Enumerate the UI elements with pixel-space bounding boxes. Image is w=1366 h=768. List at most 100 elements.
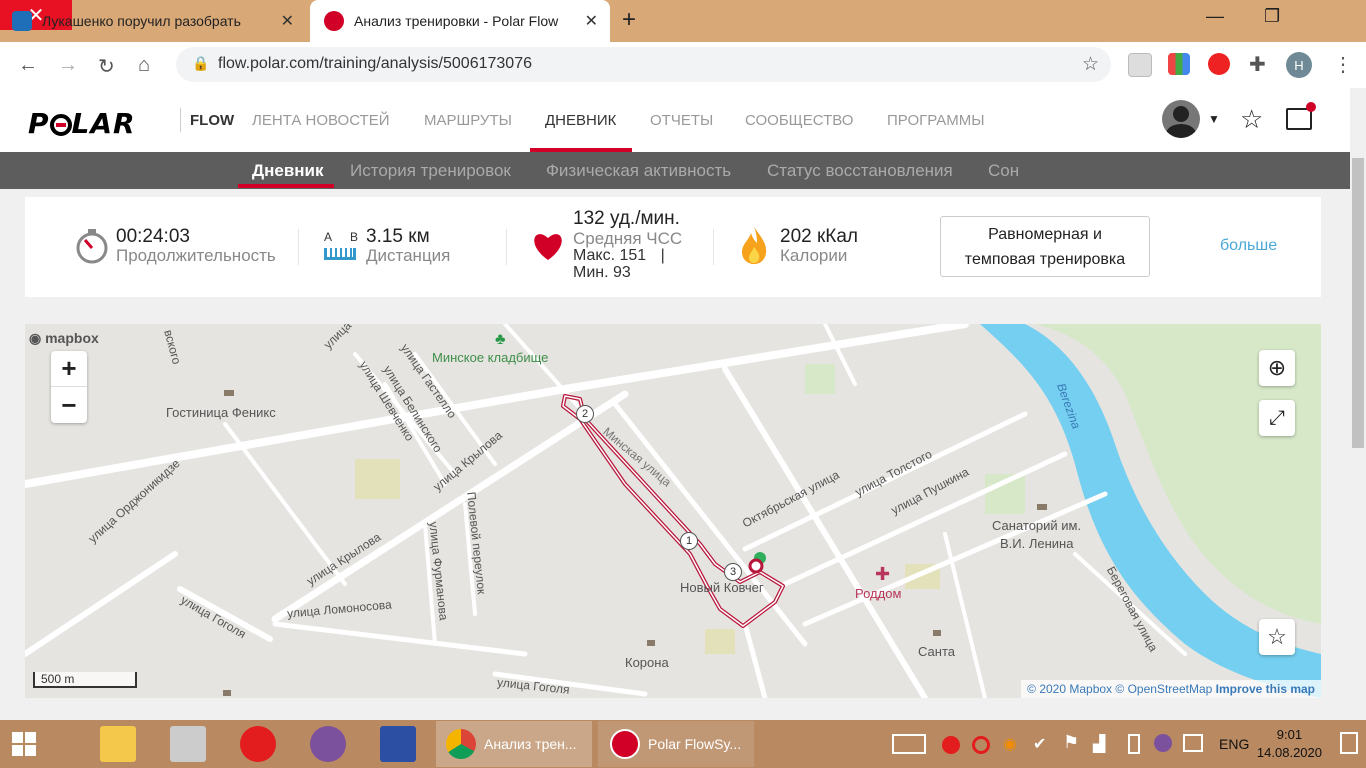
- lap-marker[interactable]: 3: [724, 563, 742, 581]
- distance-b-label: B: [350, 230, 359, 244]
- browser-tab-polar[interactable]: Анализ тренировки - Polar Flow ✕: [310, 0, 610, 42]
- lap-marker[interactable]: 1: [680, 532, 698, 550]
- forward-icon[interactable]: →: [58, 54, 78, 77]
- viber-icon[interactable]: [310, 726, 346, 762]
- battery-icon[interactable]: [1128, 734, 1140, 754]
- more-link[interactable]: больше: [1220, 237, 1277, 255]
- polar-logo[interactable]: P LAR: [28, 107, 136, 140]
- user-avatar[interactable]: [1162, 100, 1200, 138]
- polar-app-icon: [610, 729, 640, 759]
- extensions-puzzle-icon[interactable]: ✚: [1249, 52, 1266, 77]
- polar-favicon-icon: [324, 11, 344, 31]
- bookmark-star-icon[interactable]: ☆: [1082, 53, 1099, 76]
- favorite-route-star-icon[interactable]: ☆: [1259, 619, 1295, 655]
- address-bar[interactable]: 🔒 flow.polar.com/training/analysis/50061…: [176, 47, 1111, 82]
- map-label-santa: Санта: [918, 644, 955, 659]
- page-scrollbar[interactable]: [1350, 88, 1366, 720]
- zoom-out-button[interactable]: −: [51, 387, 87, 423]
- extension-grid-icon[interactable]: [1168, 53, 1190, 75]
- tray-app-icon[interactable]: ◉: [1003, 734, 1017, 754]
- opera-icon[interactable]: [240, 726, 276, 762]
- hotel-icon: [224, 390, 234, 396]
- route-end-marker[interactable]: [748, 558, 764, 574]
- lap-marker[interactable]: 2: [576, 405, 594, 423]
- action-center-flag-icon[interactable]: ⚑: [1063, 732, 1079, 753]
- mail-favicon-icon: [12, 11, 32, 31]
- file-explorer-icon[interactable]: [100, 726, 136, 762]
- reload-icon[interactable]: ↻: [98, 54, 115, 79]
- map-scale: 500 m: [33, 672, 137, 688]
- browser-tab-strip: Лукашенко поручил разобрать ✕ Анализ тре…: [0, 0, 1366, 42]
- max-hr: Макс. 151 |: [573, 247, 665, 265]
- messages-icon[interactable]: [1286, 102, 1316, 130]
- map-label-sanatorium-1: Санаторий им.: [992, 518, 1082, 533]
- tray-opera-gx-icon[interactable]: [972, 736, 990, 754]
- route-map[interactable]: ♣ ✚ Минское кладбище Гостиница Феникс Са…: [25, 324, 1321, 698]
- subnav-recovery[interactable]: Статус восстановления: [767, 161, 953, 181]
- minimize-window-icon[interactable]: —: [1206, 6, 1224, 27]
- nav-programs[interactable]: ПРОГРАММЫ: [887, 112, 985, 129]
- zoom-in-button[interactable]: +: [51, 351, 87, 387]
- calculator-icon[interactable]: [170, 726, 206, 762]
- tray-viber-icon[interactable]: [1154, 734, 1172, 752]
- system-clock[interactable]: 9:01 14.08.2020: [1257, 726, 1322, 762]
- locate-me-icon[interactable]: ⊕: [1259, 350, 1295, 386]
- nav-feed[interactable]: ЛЕНТА НОВОСТЕЙ: [252, 112, 389, 129]
- improve-map-link[interactable]: Improve this map: [1216, 682, 1315, 696]
- fullscreen-icon[interactable]: ⤢: [1259, 400, 1295, 436]
- osm-attribution-link[interactable]: OpenStreetMap: [1128, 682, 1213, 696]
- divider: [180, 108, 181, 132]
- subnav-sleep[interactable]: Сон: [988, 161, 1019, 181]
- home-icon[interactable]: ⌂: [138, 54, 150, 77]
- product-label[interactable]: FLOW: [190, 112, 234, 129]
- extension-red-icon[interactable]: [1208, 53, 1230, 75]
- windows-taskbar: Анализ трен... Polar FlowSy... ◉ ✔ ⚑ ▟ E…: [0, 720, 1366, 768]
- lock-icon[interactable]: 🔒: [192, 55, 209, 72]
- distance-a-label: A: [324, 230, 333, 244]
- new-tab-icon[interactable]: +: [622, 6, 636, 34]
- favorites-star-icon[interactable]: ☆: [1240, 104, 1263, 135]
- wifi-signal-icon[interactable]: ▟: [1093, 734, 1105, 754]
- tray-opera-icon[interactable]: [942, 736, 960, 754]
- map-label-ark: Новый Ковчег: [680, 580, 764, 595]
- nav-community[interactable]: СООБЩЕСТВО: [745, 112, 853, 129]
- map-attribution: © 2020 Mapbox © OpenStreetMap Improve th…: [1021, 680, 1321, 698]
- nav-diary[interactable]: ДНЕВНИК: [545, 112, 616, 129]
- mapbox-attribution-link[interactable]: © 2020 Mapbox ©: [1027, 682, 1124, 696]
- tray-network-status-icon[interactable]: ✔: [1033, 734, 1046, 754]
- training-type-button[interactable]: Равномерная и темповая тренировка: [940, 216, 1150, 277]
- nav-routes[interactable]: МАРШРУТЫ: [424, 112, 512, 129]
- subnav-activity[interactable]: Физическая активность: [546, 161, 731, 181]
- close-tab-icon[interactable]: ✕: [585, 11, 598, 31]
- hospital-icon: ✚: [875, 564, 890, 584]
- chrome-icon: [446, 729, 476, 759]
- nav-reports[interactable]: ОТЧЕТЫ: [650, 112, 713, 129]
- scrollbar-thumb[interactable]: [1352, 158, 1364, 448]
- back-icon[interactable]: ←: [18, 54, 38, 77]
- input-language[interactable]: ENG: [1219, 736, 1249, 752]
- maximize-window-icon[interactable]: ❐: [1264, 6, 1280, 27]
- distance-label: Дистанция: [366, 246, 451, 265]
- tray-display-icon[interactable]: [1183, 734, 1203, 752]
- training-type-line2: темповая тренировка: [964, 251, 1126, 268]
- windows-start-icon[interactable]: [12, 732, 36, 756]
- shop-icon: [647, 640, 655, 646]
- notifications-icon[interactable]: [1340, 732, 1358, 754]
- hr-separator: |: [660, 247, 665, 264]
- subnav-history[interactable]: История тренировок: [350, 161, 511, 181]
- user-menu-chevron-icon[interactable]: ▼: [1208, 112, 1220, 126]
- map-canvas[interactable]: ♣ ✚: [25, 324, 1321, 698]
- browser-menu-icon[interactable]: ⋮: [1333, 52, 1353, 77]
- touch-keyboard-icon[interactable]: [892, 734, 926, 754]
- subnav-diary[interactable]: Дневник: [252, 161, 324, 181]
- browser-tab-news[interactable]: Лукашенко поручил разобрать ✕: [12, 0, 306, 42]
- taskbar-window-chrome[interactable]: Анализ трен...: [436, 721, 592, 767]
- calories-value: 202 кКал: [780, 226, 859, 247]
- save-disk-icon[interactable]: [380, 726, 416, 762]
- close-tab-icon[interactable]: ✕: [281, 11, 294, 31]
- extension-icon[interactable]: [1128, 53, 1152, 77]
- taskbar-window-polar[interactable]: Polar FlowSy...: [598, 721, 754, 767]
- profile-avatar[interactable]: H: [1286, 52, 1312, 78]
- mapbox-logo[interactable]: ◉ mapbox: [29, 330, 99, 347]
- shop-icon: [223, 690, 231, 696]
